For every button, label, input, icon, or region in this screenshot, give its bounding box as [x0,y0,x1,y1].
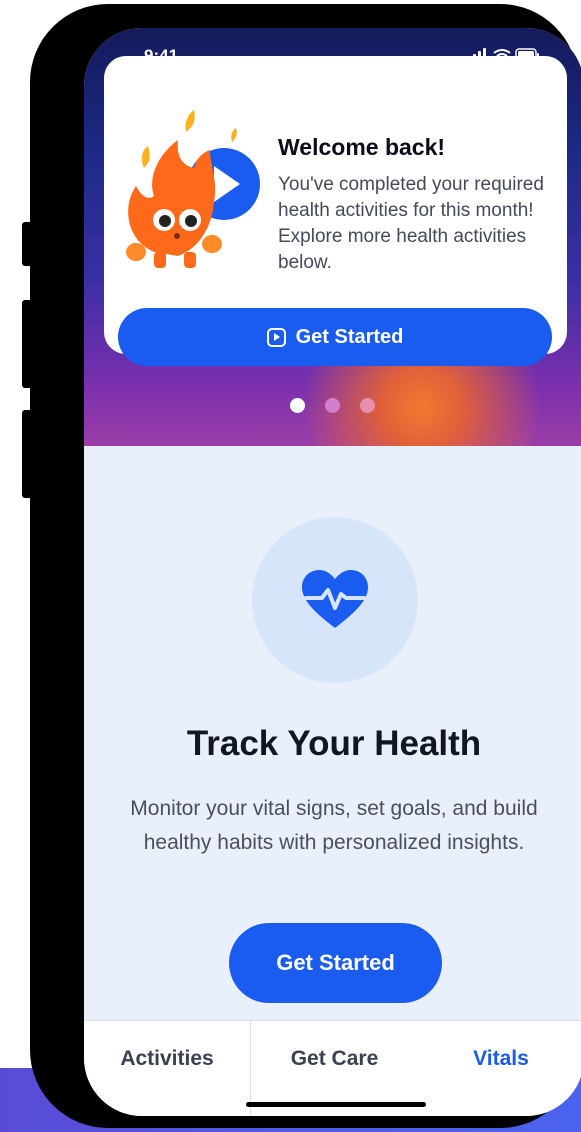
flame-mascot-illustration [126,110,260,268]
heart-pulse-icon [302,570,368,628]
track-health-section: Track Your Health Monitor your vital sig… [84,446,581,1024]
welcome-title: Welcome back! [278,134,446,160]
tab-vitals[interactable]: Vitals [418,1021,581,1116]
carousel-page-indicator[interactable] [290,398,375,413]
track-health-title: Track Your Health [186,724,482,763]
track-get-started-button[interactable]: Get Started [229,923,442,1003]
app-screen: 9:41 [84,28,581,1116]
track-health-description: Monitor your vital signs, set goals, and… [130,797,538,854]
welcome-message: You've completed your required health ac… [278,174,544,273]
home-indicator [246,1102,426,1107]
phone-frame: 9:41 [30,4,581,1128]
tab-activities[interactable]: Activities [84,1021,250,1116]
hero-banner: 9:41 [84,28,581,446]
play-square-icon [266,327,286,347]
carousel-dot-3[interactable] [360,398,375,413]
welcome-get-started-label: Get Started [295,325,404,348]
carousel-dot-2[interactable] [325,398,340,413]
welcome-get-started-button[interactable]: Get Started [118,308,552,366]
carousel-dot-1[interactable] [290,398,305,413]
welcome-card: Welcome back! You've completed your requ… [104,56,567,366]
heart-icon-circle [252,517,418,683]
